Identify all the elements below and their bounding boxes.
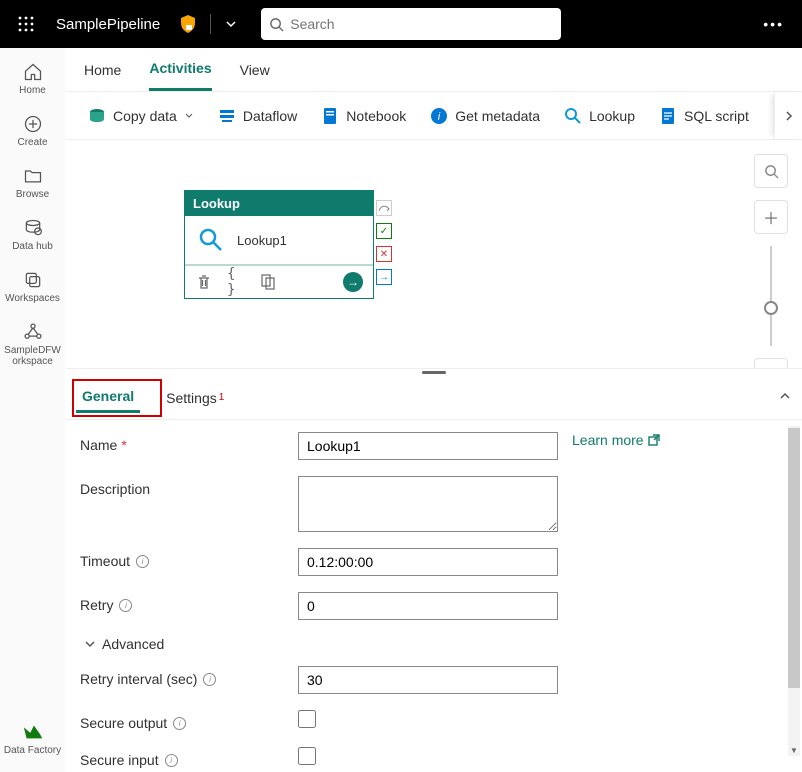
nav-home[interactable]: Home <box>0 60 65 98</box>
database-icon <box>23 218 43 238</box>
settings-badge: 1 <box>219 392 225 403</box>
graph-icon <box>23 322 43 342</box>
timeout-label: Timeout i <box>80 548 298 569</box>
search-input[interactable] <box>290 16 553 32</box>
zoom-out-icon[interactable]: － <box>754 358 788 368</box>
folder-icon <box>23 166 43 186</box>
handle-failure-icon[interactable]: ✕ <box>376 246 392 262</box>
property-tabs: General Settings1 <box>66 376 802 420</box>
form-scrollbar[interactable]: ▼ <box>788 426 800 756</box>
toolbar-copy-data[interactable]: Copy data <box>78 102 204 130</box>
lookup-icon <box>197 226 225 254</box>
toolbar-sql-script[interactable]: SQL script <box>649 102 759 130</box>
prop-tab-general[interactable]: General <box>76 383 140 413</box>
secure-output-label: Secure output i <box>80 710 298 731</box>
external-link-icon <box>648 434 660 446</box>
toolbar-get-metadata[interactable]: i Get metadata <box>420 102 550 130</box>
toolbar-notebook[interactable]: Notebook <box>311 102 416 130</box>
app-launcher-icon[interactable] <box>8 6 44 42</box>
activity-name: Lookup1 <box>237 233 287 248</box>
activity-lookup1[interactable]: Lookup Lookup1 { } → <box>184 190 374 299</box>
info-icon: i <box>430 107 448 125</box>
description-label: Description <box>80 476 298 497</box>
toolbar-dataflow[interactable]: Dataflow <box>208 102 307 130</box>
general-form: Name * Learn more Description Timeout i … <box>66 420 802 772</box>
nav-browse[interactable]: Browse <box>0 164 65 202</box>
nav-sample-workspace[interactable]: SampleDFWorkspace <box>0 320 65 369</box>
global-search[interactable] <box>261 8 561 40</box>
zoom-slider[interactable] <box>770 246 772 346</box>
tab-home[interactable]: Home <box>84 48 121 91</box>
lookup-icon <box>564 107 582 125</box>
handle-success-icon[interactable]: ✓ <box>376 223 392 239</box>
app-name: SamplePipeline <box>56 16 160 33</box>
info-icon[interactable]: i <box>119 599 132 612</box>
handle-completion-icon[interactable]: → <box>376 269 392 285</box>
ribbon-tabs: Home Activities View <box>66 48 802 92</box>
toolbar-lookup[interactable]: Lookup <box>554 102 645 130</box>
more-actions-icon[interactable]: ••• <box>763 16 784 32</box>
top-app-bar: SamplePipeline ••• <box>0 0 802 48</box>
nav-data-factory[interactable]: Data Factory <box>0 718 65 758</box>
activity-type-label: Lookup <box>185 191 373 216</box>
sensitivity-shield-icon[interactable] <box>174 15 202 33</box>
code-icon[interactable]: { } <box>227 273 245 291</box>
home-icon <box>23 62 43 82</box>
panel-resize-handle[interactable] <box>66 368 802 376</box>
zoom-in-icon[interactable]: ＋ <box>754 200 788 234</box>
secure-input-label: Secure input i <box>80 747 298 768</box>
info-icon[interactable]: i <box>165 754 178 767</box>
activity-output-handles: ✓ ✕ → <box>376 200 392 285</box>
info-icon[interactable]: i <box>173 717 186 730</box>
retry-label: Retry i <box>80 592 298 613</box>
name-input[interactable] <box>298 432 558 460</box>
sql-icon <box>659 107 677 125</box>
nav-data-hub[interactable]: Data hub <box>0 216 65 254</box>
zoom-search-icon[interactable] <box>754 154 788 188</box>
retry-input[interactable] <box>298 592 558 620</box>
tab-activities[interactable]: Activities <box>149 48 211 91</box>
delete-icon[interactable] <box>195 273 213 291</box>
plus-circle-icon <box>23 114 43 134</box>
collapse-panel-icon[interactable] <box>778 389 792 406</box>
run-icon[interactable]: → <box>343 272 363 292</box>
advanced-toggle[interactable]: Advanced <box>84 636 802 652</box>
pipeline-chevron-down-icon[interactable] <box>219 18 243 30</box>
clone-icon[interactable] <box>259 273 277 291</box>
timeout-input[interactable] <box>298 548 558 576</box>
copy-data-icon <box>88 107 106 125</box>
learn-more-link[interactable]: Learn more <box>572 432 660 448</box>
secure-output-checkbox[interactable] <box>298 710 316 728</box>
prop-tab-settings[interactable]: Settings1 <box>160 383 230 413</box>
activities-toolbar: Copy data Dataflow Notebook i Get metada… <box>66 92 802 140</box>
pipeline-canvas[interactable]: Lookup Lookup1 { } → ✓ ✕ <box>66 140 802 368</box>
data-factory-icon <box>22 720 44 742</box>
name-label: Name * <box>80 432 298 453</box>
nav-create[interactable]: Create <box>0 112 65 150</box>
info-icon[interactable]: i <box>136 555 149 568</box>
secure-input-checkbox[interactable] <box>298 747 316 765</box>
chevron-down-icon <box>84 638 96 650</box>
info-icon[interactable]: i <box>203 673 216 686</box>
dataflow-icon <box>218 107 236 125</box>
handle-skip-icon[interactable] <box>376 200 392 216</box>
toolbar-overflow-icon[interactable] <box>774 92 802 139</box>
chevron-down-icon <box>184 111 194 121</box>
retry-interval-label: Retry interval (sec) i <box>80 666 298 687</box>
description-input[interactable] <box>298 476 558 532</box>
retry-interval-input[interactable] <box>298 666 558 694</box>
tab-view[interactable]: View <box>240 48 270 91</box>
workspaces-icon <box>23 270 43 290</box>
left-nav: Home Create Browse Data hub Workspaces S… <box>0 48 66 772</box>
nav-workspaces[interactable]: Workspaces <box>0 268 65 306</box>
notebook-icon <box>321 107 339 125</box>
